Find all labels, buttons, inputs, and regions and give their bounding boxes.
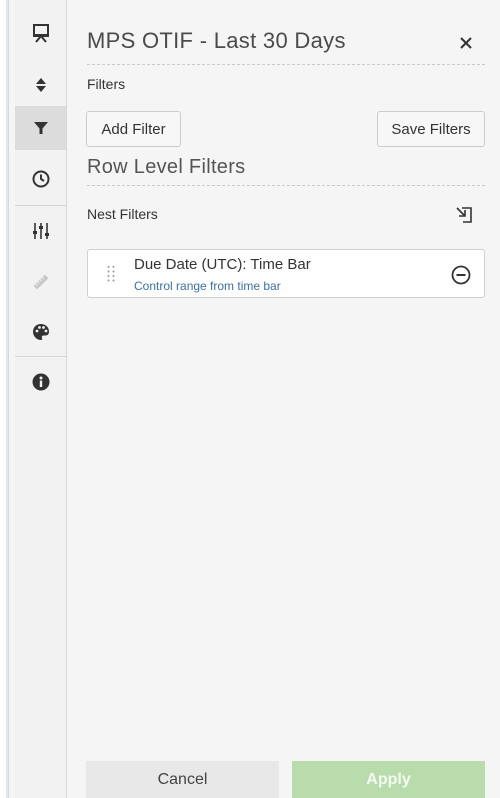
rail-button-ruler [15,260,66,304]
filters-panel: MPS OTIF - Last 30 Days Filters Add Filt… [68,0,500,798]
minus-circle-icon [451,265,471,285]
rail-button-filter[interactable] [15,106,66,150]
rail-divider [15,356,66,357]
palette-icon [32,324,49,340]
sliders-icon [32,223,49,239]
rail-button-sliders[interactable] [15,209,66,253]
rail-button-palette[interactable] [15,310,66,354]
filter-item-name: Due Date (UTC): Time Bar [134,256,311,273]
filters-section-label: Filters [87,76,126,92]
panel-title: MPS OTIF - Last 30 Days [87,28,346,53]
rail-button-sort[interactable] [15,63,66,107]
left-edge-border [0,0,9,798]
filter-item-description[interactable]: Control range from time bar [134,279,281,293]
save-filters-button[interactable]: Save Filters [377,111,485,147]
title-divider [87,64,485,65]
presentation-icon [32,24,49,43]
drag-handle-icon[interactable] [106,265,116,283]
close-button[interactable] [456,33,476,53]
rail-button-presentation[interactable] [15,12,66,56]
apply-button[interactable]: Apply [292,761,485,798]
close-icon [460,37,472,49]
filter-item-card[interactable]: Due Date (UTC): Time Bar Control range f… [87,249,485,298]
nest-filters-label: Nest Filters [87,206,158,222]
ruler-icon [33,274,48,290]
rail-button-info[interactable] [15,360,66,404]
sort-icon [35,78,46,92]
row-level-divider [87,185,485,186]
rail-button-clock[interactable] [15,157,66,201]
clock-icon [32,170,49,188]
nest-filters-button[interactable] [454,204,476,226]
cancel-button[interactable]: Cancel [86,761,279,798]
remove-filter-button[interactable] [450,264,472,286]
rail-divider [15,205,66,206]
nest-arrow-icon [456,207,472,223]
add-filter-button[interactable]: Add Filter [86,111,181,147]
info-icon [32,373,49,391]
icon-rail [15,0,67,798]
row-level-filters-title: Row Level Filters [87,156,246,178]
filter-panel-app: MPS OTIF - Last 30 Days Filters Add Filt… [0,0,500,798]
filter-icon [33,122,48,134]
